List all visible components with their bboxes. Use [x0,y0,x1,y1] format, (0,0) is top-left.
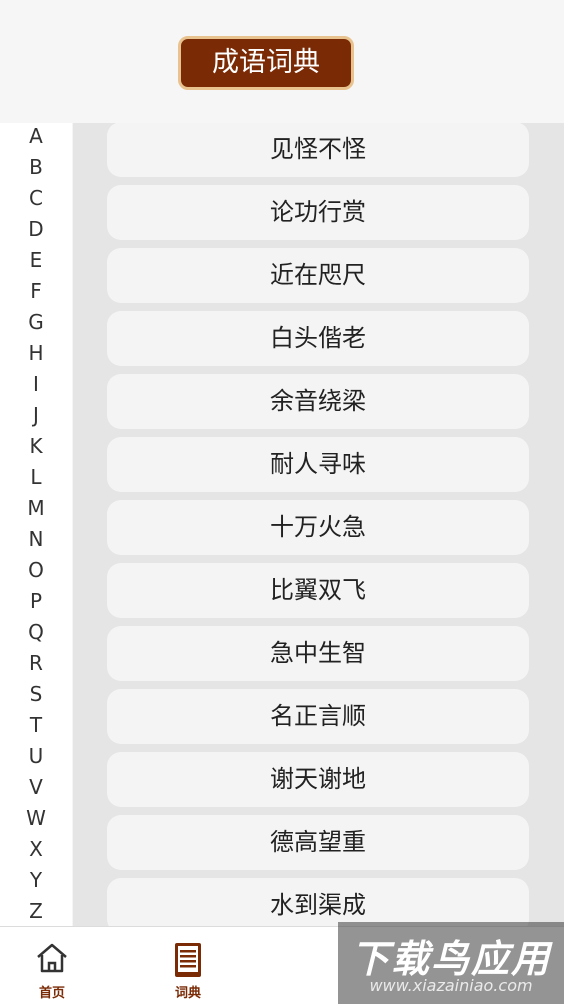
alphabet-letter-j[interactable]: J [0,400,72,431]
idiom-list-item[interactable]: 余音绕梁 [107,374,529,429]
tab-home-label: 首页 [38,986,65,1001]
alphabet-index[interactable]: ABCDEFGHIJKLMNOPQRSTUVWXYZ [0,123,72,926]
alphabet-letter-e[interactable]: E [0,245,72,276]
idiom-list-item[interactable]: 见怪不怪 [107,123,529,177]
alphabet-letter-t[interactable]: T [0,710,72,741]
alphabet-letter-i[interactable]: I [0,369,72,400]
header: 成语词典 [0,0,564,123]
alphabet-letter-m[interactable]: M [0,493,72,524]
page-title-button[interactable]: 成语词典 [178,36,354,90]
alphabet-letter-n[interactable]: N [0,524,72,555]
alphabet-letter-f[interactable]: F [0,276,72,307]
alphabet-letter-y[interactable]: Y [0,865,72,896]
book-icon [175,943,201,977]
alphabet-letter-d[interactable]: D [0,214,72,245]
alphabet-letter-h[interactable]: H [0,338,72,369]
alphabet-letter-r[interactable]: R [0,648,72,679]
idiom-list-item[interactable]: 耐人寻味 [107,437,529,492]
idiom-list-item[interactable]: 白头偕老 [107,311,529,366]
tab-home[interactable]: 首页 [12,927,92,1005]
watermark-main: 下载鸟应用 [350,937,551,981]
idiom-list-item[interactable]: 近在咫尺 [107,248,529,303]
idiom-list-item[interactable]: 急中生智 [107,626,529,681]
alphabet-letter-b[interactable]: B [0,152,72,183]
alphabet-letter-a[interactable]: A [0,121,72,152]
tab-dictionary-label: 词典 [174,986,201,1001]
alphabet-letter-x[interactable]: X [0,834,72,865]
alphabet-letter-v[interactable]: V [0,772,72,803]
alphabet-letter-o[interactable]: O [0,555,72,586]
alphabet-letter-g[interactable]: G [0,307,72,338]
idiom-list-item[interactable]: 德高望重 [107,815,529,870]
idiom-list-item[interactable]: 名正言顺 [107,689,529,744]
alphabet-letter-p[interactable]: P [0,586,72,617]
alphabet-letter-w[interactable]: W [0,803,72,834]
alphabet-letter-q[interactable]: Q [0,617,72,648]
alphabet-letter-c[interactable]: C [0,183,72,214]
alphabet-letter-z[interactable]: Z [0,896,72,927]
watermark-url: www.xiazainiao.com [369,976,533,995]
idiom-list-item[interactable]: 水到渠成 [107,878,529,926]
alphabet-letter-s[interactable]: S [0,679,72,710]
alphabet-letter-u[interactable]: U [0,741,72,772]
idiom-list-item[interactable]: 比翼双飞 [107,563,529,618]
idiom-list-item[interactable]: 论功行赏 [107,185,529,240]
watermark-logo: 下载鸟应用 www.xiazainiao.com [338,922,564,1004]
idiom-list-item[interactable]: 谢天谢地 [107,752,529,807]
tab-dictionary[interactable]: 词典 [148,927,228,1005]
alphabet-letter-l[interactable]: L [0,462,72,493]
idiom-list-item[interactable]: 十万火急 [107,500,529,555]
home-icon [37,943,67,973]
alphabet-letter-k[interactable]: K [0,431,72,462]
idiom-list[interactable]: 见怪不怪论功行赏近在咫尺白头偕老余音绕梁耐人寻味十万火急比翼双飞急中生智名正言顺… [73,123,564,926]
